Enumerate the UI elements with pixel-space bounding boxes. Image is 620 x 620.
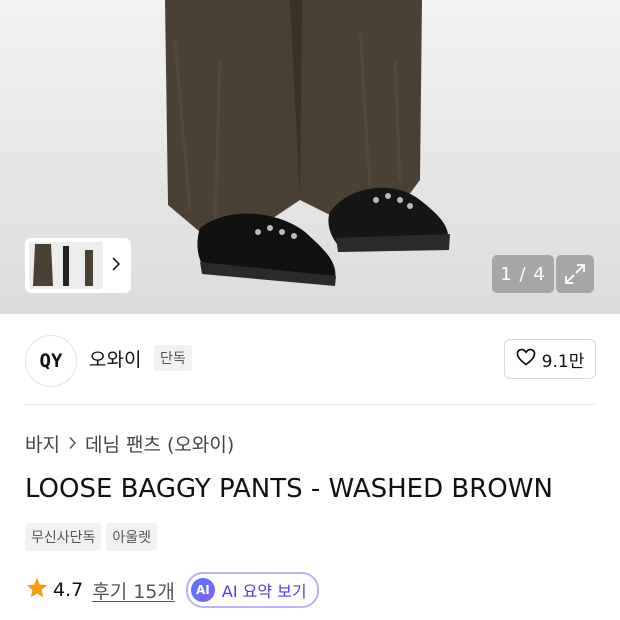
like-button[interactable]: 9.1만 [504, 339, 596, 379]
ai-summary-button[interactable]: AI AI 요약 보기 [185, 572, 319, 608]
brand-logo[interactable]: QY [25, 335, 77, 387]
reviews-link[interactable]: 후기 15개 [92, 577, 175, 604]
thumbnail-strip[interactable] [25, 238, 131, 293]
tag-exclusive: 무신사단독 [25, 523, 102, 551]
product-title: LOOSE BAGGY PANTS - WASHED BROWN [25, 474, 553, 504]
rating-score: 4.7 [53, 579, 84, 601]
expand-icon[interactable] [556, 255, 594, 293]
product-tags: 무신사단독 아울렛 [25, 523, 158, 551]
star-icon [25, 576, 49, 604]
chevron-right-icon [68, 433, 77, 455]
breadcrumb: 바지 데님 팬츠 (오와이) [25, 430, 234, 457]
brand-row: QY 오와이 단독 9.1만 [0, 314, 620, 404]
product-thumbnail[interactable] [29, 242, 103, 289]
divider [25, 404, 595, 405]
ai-summary-label: AI 요약 보기 [221, 582, 307, 601]
rating-row: 4.7 후기 15개 AI AI 요약 보기 [25, 572, 319, 608]
product-image-gallery[interactable]: 1 / 4 [0, 0, 620, 314]
heart-icon [516, 348, 536, 371]
exclusive-badge: 단독 [154, 345, 192, 371]
tag-outlet: 아울렛 [106, 523, 158, 551]
breadcrumb-item-subcategory[interactable]: 데님 팬츠 (오와이) [85, 430, 234, 457]
breadcrumb-item-category[interactable]: 바지 [25, 430, 60, 457]
chevron-right-icon[interactable] [111, 256, 121, 275]
brand-name[interactable]: 오와이 [89, 345, 141, 372]
ai-icon: AI [190, 578, 215, 602]
image-counter: 1 / 4 [492, 255, 554, 293]
like-count: 9.1만 [541, 351, 585, 372]
